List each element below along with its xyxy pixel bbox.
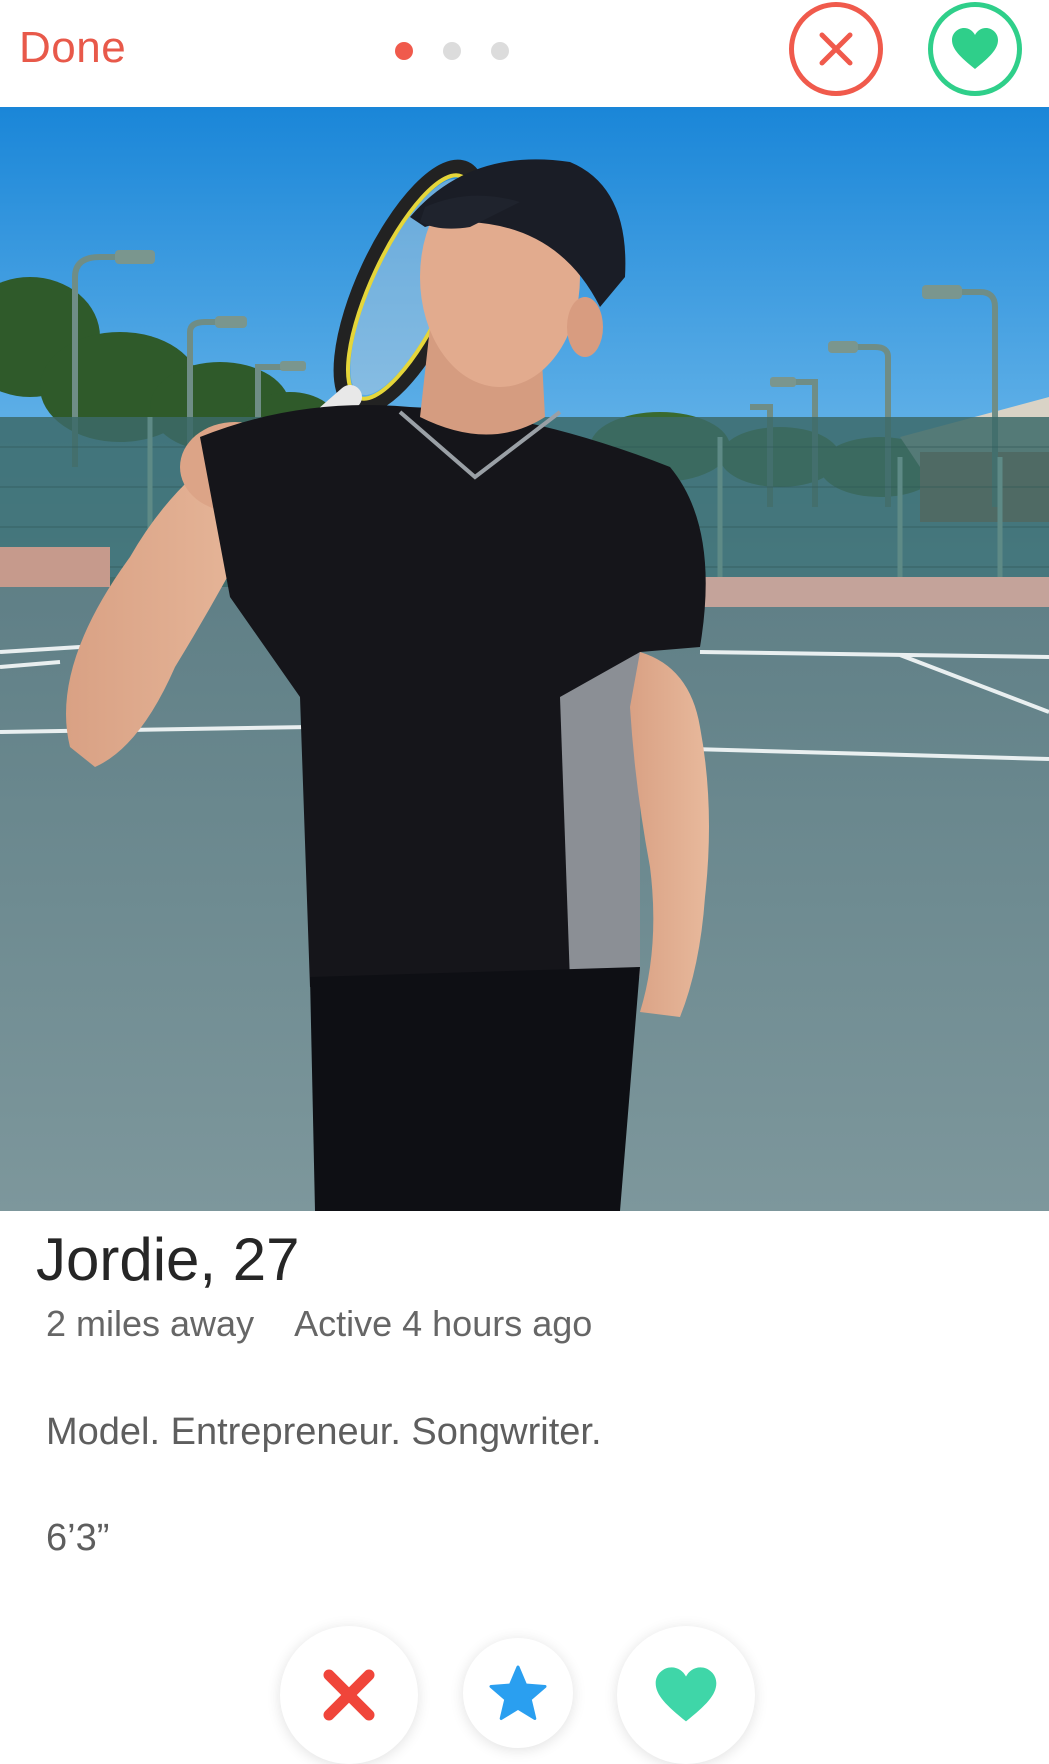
photo-pagination <box>395 42 509 60</box>
profile-activity: Active 4 hours ago <box>294 1303 593 1344</box>
header-nope-button[interactable] <box>789 2 883 96</box>
like-button[interactable] <box>617 1626 755 1764</box>
done-button[interactable]: Done <box>19 23 126 73</box>
photo-dot-1[interactable] <box>395 42 413 60</box>
nope-button[interactable] <box>280 1626 418 1764</box>
x-icon <box>323 1669 375 1721</box>
profile-photo-image <box>0 107 1049 1211</box>
super-like-button[interactable] <box>463 1638 573 1748</box>
profile-header: Done <box>0 0 1049 107</box>
photo-dot-3[interactable] <box>491 42 509 60</box>
profile-name-age: Jordie, 27 <box>36 1226 300 1293</box>
heart-icon <box>655 1667 717 1722</box>
profile-photo[interactable] <box>0 107 1049 1211</box>
star-icon <box>489 1665 547 1720</box>
profile-distance: 2 miles away <box>46 1303 255 1344</box>
profile-bio: Model. Entrepreneur. Songwriter. <box>46 1411 602 1453</box>
heart-icon <box>952 28 998 69</box>
profile-height: 6’3” <box>46 1517 110 1559</box>
header-like-button[interactable] <box>928 2 1022 96</box>
photo-dot-2[interactable] <box>443 42 461 60</box>
close-icon <box>819 32 853 66</box>
profile-meta: 2 miles away Active 4 hours ago <box>46 1303 592 1345</box>
